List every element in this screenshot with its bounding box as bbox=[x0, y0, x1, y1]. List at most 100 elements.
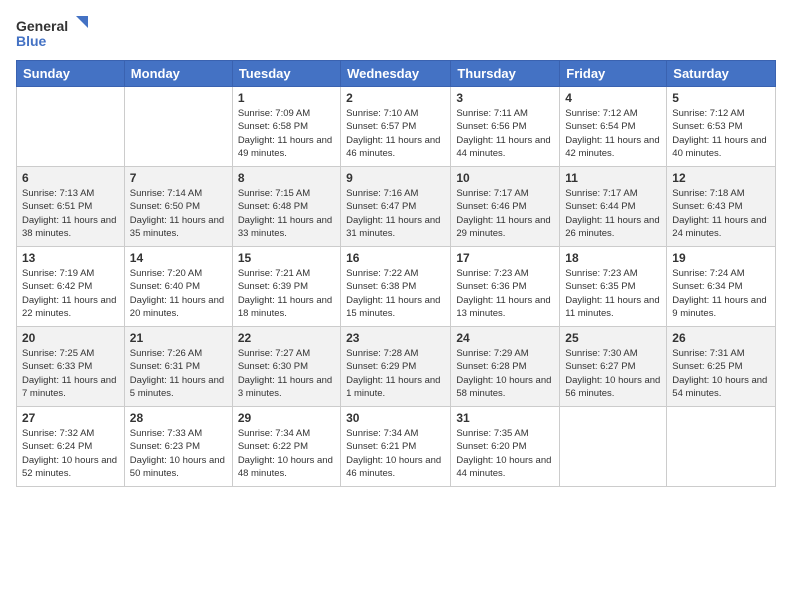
day-info: Sunrise: 7:09 AMSunset: 6:58 PMDaylight:… bbox=[238, 107, 335, 160]
day-info: Sunrise: 7:23 AMSunset: 6:36 PMDaylight:… bbox=[456, 267, 554, 320]
calendar-week-row: 20 Sunrise: 7:25 AMSunset: 6:33 PMDayligh… bbox=[17, 327, 776, 407]
calendar-day-cell: 24 Sunrise: 7:29 AMSunset: 6:28 PMDayligh… bbox=[451, 327, 560, 407]
calendar-day-cell: 27Sunrise: 7:32 AMSunset: 6:24 PMDayligh… bbox=[17, 407, 125, 487]
svg-text:General: General bbox=[16, 18, 68, 34]
calendar-day-cell: 9 Sunrise: 7:16 AMSunset: 6:47 PMDaylight… bbox=[341, 167, 451, 247]
day-number: 24 bbox=[456, 331, 554, 345]
day-number: 21 bbox=[130, 331, 227, 345]
calendar-day-cell bbox=[124, 87, 232, 167]
day-info: Sunrise: 7:29 AMSunset: 6:28 PMDaylight:… bbox=[456, 347, 554, 400]
day-info: Sunrise: 7:16 AMSunset: 6:47 PMDaylight:… bbox=[346, 187, 445, 240]
day-info: Sunrise: 7:27 AMSunset: 6:30 PMDaylight:… bbox=[238, 347, 335, 400]
day-number: 22 bbox=[238, 331, 335, 345]
day-number: 2 bbox=[346, 91, 445, 105]
calendar-day-cell: 15Sunrise: 7:21 AMSunset: 6:39 PMDayligh… bbox=[232, 247, 340, 327]
day-info: Sunrise: 7:24 AMSunset: 6:34 PMDaylight:… bbox=[672, 267, 770, 320]
day-number: 3 bbox=[456, 91, 554, 105]
day-number: 18 bbox=[565, 251, 661, 265]
calendar-day-cell: 6 Sunrise: 7:13 AMSunset: 6:51 PMDaylight… bbox=[17, 167, 125, 247]
calendar-day-cell: 30 Sunrise: 7:34 AMSunset: 6:21 PMDayligh… bbox=[341, 407, 451, 487]
calendar-day-cell: 7Sunrise: 7:14 AMSunset: 6:50 PMDaylight… bbox=[124, 167, 232, 247]
day-info: Sunrise: 7:33 AMSunset: 6:23 PMDaylight:… bbox=[130, 427, 227, 480]
calendar-day-cell bbox=[667, 407, 776, 487]
calendar-day-cell: 1 Sunrise: 7:09 AMSunset: 6:58 PMDaylight… bbox=[232, 87, 340, 167]
weekday-header: Monday bbox=[124, 61, 232, 87]
day-number: 12 bbox=[672, 171, 770, 185]
calendar-day-cell: 29 Sunrise: 7:34 AMSunset: 6:22 PMDayligh… bbox=[232, 407, 340, 487]
day-info: Sunrise: 7:13 AMSunset: 6:51 PMDaylight:… bbox=[22, 187, 119, 240]
svg-text:Blue: Blue bbox=[16, 33, 47, 49]
calendar-week-row: 13 Sunrise: 7:19 AMSunset: 6:42 PMDayligh… bbox=[17, 247, 776, 327]
calendar-day-cell: 17Sunrise: 7:23 AMSunset: 6:36 PMDayligh… bbox=[451, 247, 560, 327]
day-info: Sunrise: 7:35 AMSunset: 6:20 PMDaylight:… bbox=[456, 427, 554, 480]
calendar-day-cell: 8 Sunrise: 7:15 AMSunset: 6:48 PMDaylight… bbox=[232, 167, 340, 247]
day-number: 15 bbox=[238, 251, 335, 265]
calendar-day-cell: 22 Sunrise: 7:27 AMSunset: 6:30 PMDayligh… bbox=[232, 327, 340, 407]
day-number: 5 bbox=[672, 91, 770, 105]
day-info: Sunrise: 7:22 AMSunset: 6:38 PMDaylight:… bbox=[346, 267, 445, 320]
day-number: 11 bbox=[565, 171, 661, 185]
day-info: Sunrise: 7:28 AMSunset: 6:29 PMDaylight:… bbox=[346, 347, 445, 400]
weekday-header: Friday bbox=[560, 61, 667, 87]
calendar-day-cell: 19Sunrise: 7:24 AMSunset: 6:34 PMDayligh… bbox=[667, 247, 776, 327]
weekday-header: Tuesday bbox=[232, 61, 340, 87]
day-number: 9 bbox=[346, 171, 445, 185]
day-info: Sunrise: 7:12 AMSunset: 6:53 PMDaylight:… bbox=[672, 107, 770, 160]
calendar-day-cell: 25 Sunrise: 7:30 AMSunset: 6:27 PMDayligh… bbox=[560, 327, 667, 407]
day-info: Sunrise: 7:23 AMSunset: 6:35 PMDaylight:… bbox=[565, 267, 661, 320]
day-info: Sunrise: 7:17 AMSunset: 6:44 PMDaylight:… bbox=[565, 187, 661, 240]
day-info: Sunrise: 7:30 AMSunset: 6:27 PMDaylight:… bbox=[565, 347, 661, 400]
calendar-day-cell: 5 Sunrise: 7:12 AMSunset: 6:53 PMDaylight… bbox=[667, 87, 776, 167]
day-number: 30 bbox=[346, 411, 445, 425]
calendar-body: 1 Sunrise: 7:09 AMSunset: 6:58 PMDaylight… bbox=[17, 87, 776, 487]
day-number: 26 bbox=[672, 331, 770, 345]
weekday-header: Thursday bbox=[451, 61, 560, 87]
calendar-day-cell: 26 Sunrise: 7:31 AMSunset: 6:25 PMDayligh… bbox=[667, 327, 776, 407]
calendar-day-cell: 23 Sunrise: 7:28 AMSunset: 6:29 PMDayligh… bbox=[341, 327, 451, 407]
day-info: Sunrise: 7:34 AMSunset: 6:22 PMDaylight:… bbox=[238, 427, 335, 480]
day-number: 14 bbox=[130, 251, 227, 265]
day-info: Sunrise: 7:34 AMSunset: 6:21 PMDaylight:… bbox=[346, 427, 445, 480]
day-number: 1 bbox=[238, 91, 335, 105]
day-number: 20 bbox=[22, 331, 119, 345]
calendar-day-cell: 18 Sunrise: 7:23 AMSunset: 6:35 PMDayligh… bbox=[560, 247, 667, 327]
day-info: Sunrise: 7:12 AMSunset: 6:54 PMDaylight:… bbox=[565, 107, 661, 160]
weekday-header: Sunday bbox=[17, 61, 125, 87]
day-number: 13 bbox=[22, 251, 119, 265]
calendar-day-cell: 31 Sunrise: 7:35 AMSunset: 6:20 PMDayligh… bbox=[451, 407, 560, 487]
calendar-day-cell: 2Sunrise: 7:10 AMSunset: 6:57 PMDaylight… bbox=[341, 87, 451, 167]
calendar-day-cell: 3 Sunrise: 7:11 AMSunset: 6:56 PMDaylight… bbox=[451, 87, 560, 167]
day-info: Sunrise: 7:11 AMSunset: 6:56 PMDaylight:… bbox=[456, 107, 554, 160]
day-number: 23 bbox=[346, 331, 445, 345]
day-info: Sunrise: 7:25 AMSunset: 6:33 PMDaylight:… bbox=[22, 347, 119, 400]
day-number: 25 bbox=[565, 331, 661, 345]
logo-icon: GeneralBlue bbox=[16, 16, 96, 52]
day-number: 27 bbox=[22, 411, 119, 425]
day-number: 8 bbox=[238, 171, 335, 185]
calendar-day-cell: 28 Sunrise: 7:33 AMSunset: 6:23 PMDayligh… bbox=[124, 407, 232, 487]
day-info: Sunrise: 7:14 AMSunset: 6:50 PMDaylight:… bbox=[130, 187, 227, 240]
day-number: 28 bbox=[130, 411, 227, 425]
calendar-day-cell: 20 Sunrise: 7:25 AMSunset: 6:33 PMDayligh… bbox=[17, 327, 125, 407]
day-info: Sunrise: 7:26 AMSunset: 6:31 PMDaylight:… bbox=[130, 347, 227, 400]
calendar-week-row: 1 Sunrise: 7:09 AMSunset: 6:58 PMDaylight… bbox=[17, 87, 776, 167]
day-info: Sunrise: 7:15 AMSunset: 6:48 PMDaylight:… bbox=[238, 187, 335, 240]
calendar-day-cell: 16Sunrise: 7:22 AMSunset: 6:38 PMDayligh… bbox=[341, 247, 451, 327]
day-number: 4 bbox=[565, 91, 661, 105]
weekday-header: Saturday bbox=[667, 61, 776, 87]
calendar-day-cell: 14Sunrise: 7:20 AMSunset: 6:40 PMDayligh… bbox=[124, 247, 232, 327]
calendar-header-row: SundayMondayTuesdayWednesdayThursdayFrid… bbox=[17, 61, 776, 87]
day-info: Sunrise: 7:19 AMSunset: 6:42 PMDaylight:… bbox=[22, 267, 119, 320]
calendar-day-cell: 10 Sunrise: 7:17 AMSunset: 6:46 PMDayligh… bbox=[451, 167, 560, 247]
day-info: Sunrise: 7:31 AMSunset: 6:25 PMDaylight:… bbox=[672, 347, 770, 400]
day-number: 6 bbox=[22, 171, 119, 185]
calendar-day-cell: 11 Sunrise: 7:17 AMSunset: 6:44 PMDayligh… bbox=[560, 167, 667, 247]
calendar-week-row: 6 Sunrise: 7:13 AMSunset: 6:51 PMDaylight… bbox=[17, 167, 776, 247]
day-number: 29 bbox=[238, 411, 335, 425]
day-number: 31 bbox=[456, 411, 554, 425]
page-header: GeneralBlue bbox=[16, 16, 776, 52]
day-info: Sunrise: 7:17 AMSunset: 6:46 PMDaylight:… bbox=[456, 187, 554, 240]
calendar-table: SundayMondayTuesdayWednesdayThursdayFrid… bbox=[16, 60, 776, 487]
day-info: Sunrise: 7:18 AMSunset: 6:43 PMDaylight:… bbox=[672, 187, 770, 240]
day-number: 10 bbox=[456, 171, 554, 185]
